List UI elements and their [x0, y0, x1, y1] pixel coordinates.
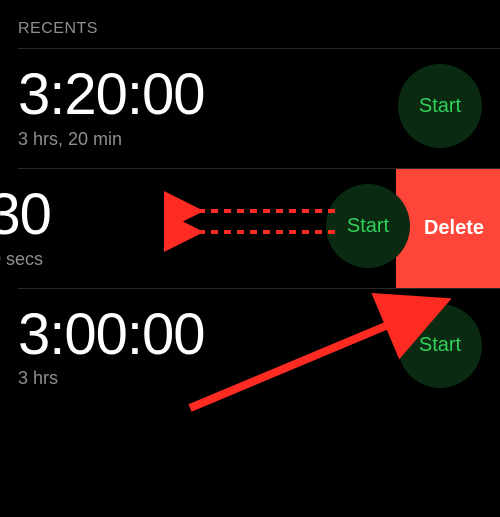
timer-text: 3:00:00 3 hrs: [18, 303, 205, 390]
timer-description: min, 30 secs: [0, 249, 51, 270]
timer-description: 3 hrs, 20 min: [18, 129, 205, 150]
start-button[interactable]: Start: [398, 64, 482, 148]
start-button[interactable]: Start: [326, 184, 410, 268]
timer-time: 5:30: [0, 183, 51, 247]
timer-row: 3:00:00 3 hrs Start: [0, 289, 500, 408]
delete-button[interactable]: Delete: [396, 169, 500, 288]
section-header-recents: RECENTS: [0, 0, 500, 48]
timer-time: 3:20:00: [18, 63, 205, 127]
timer-description: 3 hrs: [18, 368, 205, 389]
timer-text: 5:30 min, 30 secs: [0, 183, 51, 270]
timer-row-swiped: 5:30 min, 30 secs Start Delete: [0, 169, 500, 288]
timer-time: 3:00:00: [18, 303, 205, 367]
start-button[interactable]: Start: [398, 304, 482, 388]
timer-text: 3:20:00 3 hrs, 20 min: [18, 63, 205, 150]
timer-row: 3:20:00 3 hrs, 20 min Start: [0, 49, 500, 168]
